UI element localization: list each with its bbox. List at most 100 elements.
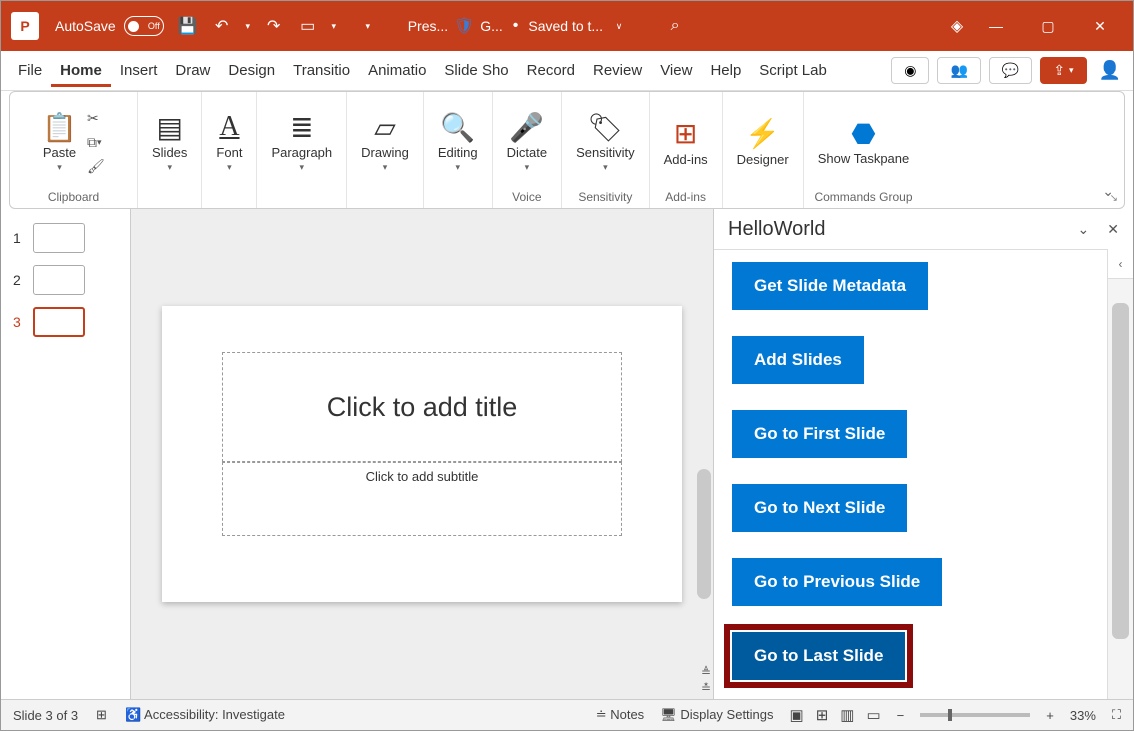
group-commands: ⬣Show Taskpane Commands Group — [804, 92, 924, 208]
group-editing: 🔍Editing▾ — [424, 92, 493, 208]
zoom-out-icon[interactable]: − — [897, 708, 905, 723]
autosave-toggle[interactable]: Off — [124, 16, 164, 36]
premium-icon[interactable]: ◈ — [947, 16, 967, 36]
save-status-dropdown-icon[interactable]: ∨ — [609, 16, 629, 36]
notes-button[interactable]: ≐ Notes — [596, 707, 644, 723]
go-last-slide-button[interactable]: Go to Last Slide — [732, 632, 905, 680]
taskpane-scrollbar[interactable] — [1108, 279, 1133, 699]
cut-icon[interactable]: ✂ — [87, 109, 111, 127]
next-slide-icon[interactable]: ≛ — [701, 681, 711, 695]
undo-icon[interactable]: ↶ — [212, 16, 232, 36]
record-button[interactable]: ◉ — [891, 57, 929, 84]
font-button[interactable]: AFont▾ — [210, 109, 248, 175]
search-icon[interactable]: ⌕ — [665, 16, 685, 36]
addins-button[interactable]: ⊞Add-ins — [658, 116, 714, 169]
go-first-slide-button[interactable]: Go to First Slide — [732, 410, 907, 458]
sensitivity-button[interactable]: 🏷Sensitivity▾ — [570, 109, 641, 175]
drawing-icon: ▱ — [374, 111, 396, 143]
maximize-button[interactable]: ▢ — [1025, 1, 1071, 51]
close-button[interactable]: ✕ — [1077, 1, 1123, 51]
ribbon-collapse-icon[interactable]: ⌄ — [1102, 183, 1114, 200]
present-icon[interactable]: ▭ — [298, 16, 318, 36]
filename[interactable]: Pres... — [408, 18, 448, 34]
tab-slideshow[interactable]: Slide Sho — [435, 54, 517, 87]
account-name[interactable]: G... — [480, 18, 503, 34]
normal-view-icon[interactable]: ▣ — [790, 706, 804, 724]
tab-help[interactable]: Help — [701, 54, 750, 87]
taskpane-dropdown-icon[interactable]: ⌄ — [1078, 221, 1090, 238]
tab-home[interactable]: Home — [51, 54, 111, 87]
group-font: AFont▾ — [202, 92, 257, 208]
zoom-in-icon[interactable]: + — [1046, 708, 1054, 723]
redo-icon[interactable]: ↷ — [264, 16, 284, 36]
slideshow-view-icon[interactable]: ▭ — [866, 706, 880, 724]
paragraph-button[interactable]: ≣Paragraph▾ — [265, 109, 338, 175]
taskpane-sidebar: ‹ — [1107, 249, 1133, 699]
account-icon[interactable]: 👤 — [1099, 60, 1121, 81]
slide-counter[interactable]: Slide 3 of 3 — [13, 708, 78, 723]
undo-dropdown-icon[interactable]: ▾ — [238, 16, 258, 36]
group-paragraph: ≣Paragraph▾ — [257, 92, 347, 208]
editing-button[interactable]: 🔍Editing▾ — [432, 109, 484, 175]
fit-to-window-icon[interactable]: ⛶ — [1112, 707, 1121, 723]
autosave-label: AutoSave — [55, 18, 116, 34]
save-icon[interactable]: 💾 — [178, 16, 198, 36]
thumbnail-1[interactable]: 1 — [1, 217, 130, 259]
slides-button[interactable]: ▤Slides▾ — [146, 109, 193, 175]
reading-view-icon[interactable]: ▥ — [840, 706, 854, 724]
slide[interactable]: Click to add title Click to add subtitle — [162, 306, 682, 602]
present-dropdown-icon[interactable]: ▾ — [324, 16, 344, 36]
font-icon: A — [219, 111, 239, 143]
format-painter-icon[interactable]: 🖌 — [87, 157, 111, 175]
go-previous-slide-button[interactable]: Go to Previous Slide — [732, 558, 942, 606]
canvas-scrollbar[interactable] — [695, 209, 713, 649]
app-icon: P — [11, 12, 39, 40]
tab-review[interactable]: Review — [584, 54, 651, 87]
ribbon-tabs: File Home Insert Draw Design Transitio A… — [1, 51, 1133, 91]
tab-record[interactable]: Record — [518, 54, 584, 87]
tab-animations[interactable]: Animatio — [359, 54, 435, 87]
microphone-icon: 🎤 — [509, 111, 544, 143]
language-icon[interactable]: ⊞ — [96, 707, 107, 723]
shield-icon: 🛡 — [454, 16, 474, 36]
qat-customize-icon[interactable]: ▾ — [358, 16, 378, 36]
tab-design[interactable]: Design — [219, 54, 284, 87]
autosave-control[interactable]: AutoSave Off — [55, 16, 164, 36]
tab-scriptlab[interactable]: Script Lab — [750, 54, 836, 87]
display-settings-button[interactable]: 🖥 Display Settings — [660, 707, 773, 723]
taskpane-close-icon[interactable]: ✕ — [1107, 221, 1119, 238]
zoom-level[interactable]: 33% — [1070, 708, 1096, 723]
minimize-button[interactable]: — — [973, 1, 1019, 51]
zoom-slider[interactable] — [920, 713, 1030, 717]
accessibility-status[interactable]: ♿ Accessibility: Investigate — [125, 707, 285, 723]
tab-transitions[interactable]: Transitio — [284, 54, 359, 87]
paste-button[interactable]: 📋 Paste ▾ — [36, 109, 83, 175]
tab-file[interactable]: File — [9, 54, 51, 87]
designer-button[interactable]: ⚡Designer — [731, 116, 795, 169]
title-placeholder[interactable]: Click to add title — [222, 352, 622, 462]
thumbnail-3[interactable]: 3 — [1, 301, 130, 343]
save-status[interactable]: Saved to t... — [528, 18, 603, 34]
subtitle-placeholder[interactable]: Click to add subtitle — [222, 462, 622, 536]
designer-icon: ⚡ — [745, 118, 780, 150]
copy-icon[interactable]: ⧉ ▾ — [87, 133, 111, 151]
drawing-button[interactable]: ▱Drawing▾ — [355, 109, 415, 175]
tab-view[interactable]: View — [651, 54, 701, 87]
prev-slide-icon[interactable]: ≜ — [701, 665, 711, 679]
clipboard-icon: 📋 — [42, 111, 77, 143]
share-button[interactable]: ⇪ ▾ — [1040, 57, 1086, 84]
tab-draw[interactable]: Draw — [166, 54, 219, 87]
dictate-button[interactable]: 🎤Dictate▾ — [501, 109, 553, 175]
slide-thumbnails: 1 2 3 — [1, 209, 131, 699]
taskpane-expand-icon[interactable]: ‹ — [1108, 249, 1133, 279]
thumbnail-2[interactable]: 2 — [1, 259, 130, 301]
teams-button[interactable]: 👥 — [937, 57, 980, 84]
go-next-slide-button[interactable]: Go to Next Slide — [732, 484, 907, 532]
sorter-view-icon[interactable]: ⊞ — [816, 706, 829, 724]
slide-canvas[interactable]: Click to add title Click to add subtitle… — [131, 209, 713, 699]
tab-insert[interactable]: Insert — [111, 54, 167, 87]
add-slides-button[interactable]: Add Slides — [732, 336, 864, 384]
get-metadata-button[interactable]: Get Slide Metadata — [732, 262, 928, 310]
show-taskpane-button[interactable]: ⬣Show Taskpane — [812, 116, 916, 168]
comments-button[interactable]: 💬 — [989, 57, 1032, 84]
